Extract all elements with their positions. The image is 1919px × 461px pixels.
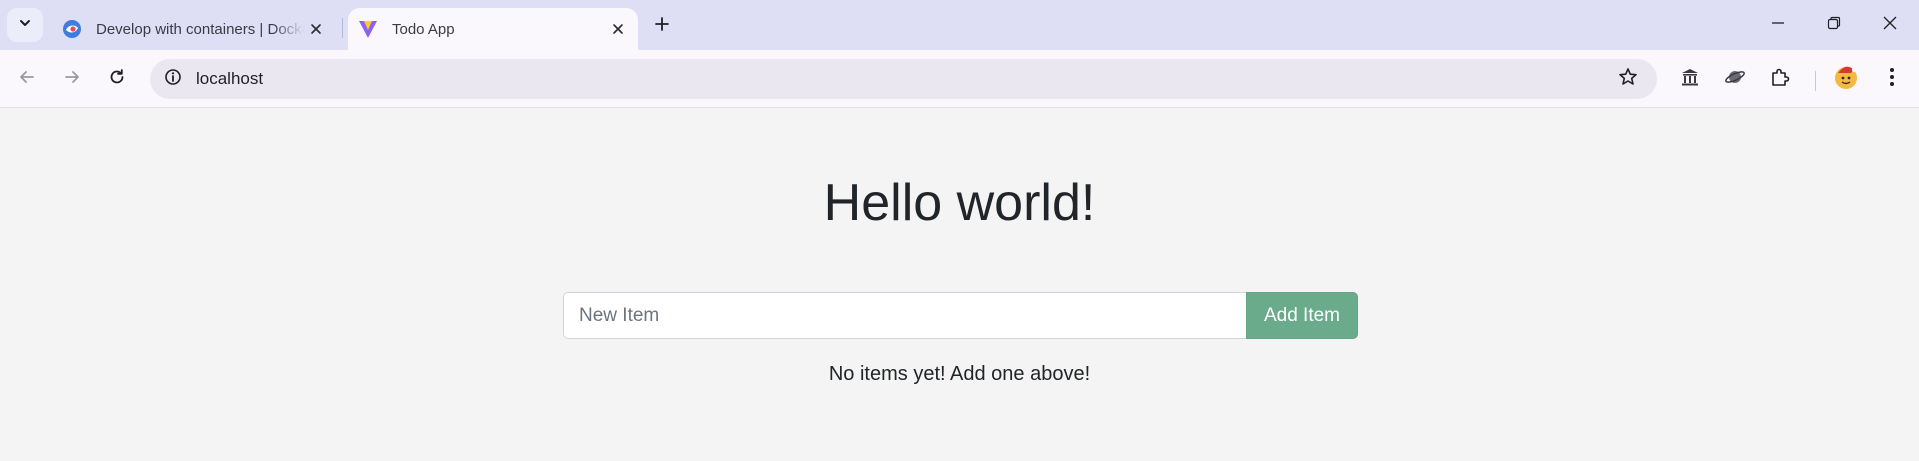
bank-extension-button[interactable] [1674, 63, 1706, 95]
planet-extension-icon [1724, 66, 1746, 93]
reload-button[interactable] [101, 63, 133, 95]
extensions-button[interactable] [1764, 63, 1796, 95]
chevron-down-icon [18, 16, 32, 35]
minimize-icon [1771, 16, 1785, 35]
new-item-form: Add Item [563, 292, 1358, 339]
more-vert-icon [1889, 67, 1895, 92]
back-arrow-icon [18, 68, 36, 91]
profile-avatar-icon [1833, 64, 1859, 95]
tab-strip: Develop with containers | Docker Todo Ap… [0, 0, 1919, 50]
url-text: localhost [196, 69, 264, 88]
page-title: Hello world! [823, 174, 1096, 232]
profile-button[interactable] [1830, 63, 1862, 95]
add-item-button[interactable]: Add Item [1246, 292, 1358, 339]
back-button[interactable] [11, 63, 43, 95]
bookmark-button[interactable] [1615, 66, 1641, 92]
new-tab-button[interactable] [648, 12, 676, 40]
reload-icon [108, 68, 126, 91]
address-bar[interactable]: localhost [150, 59, 1657, 99]
planet-extension-button[interactable] [1719, 63, 1751, 95]
restore-icon [1827, 16, 1841, 35]
bank-extension-icon [1680, 67, 1700, 92]
close-icon [1883, 16, 1897, 35]
forward-arrow-icon [63, 68, 81, 91]
site-info-button[interactable] [158, 64, 188, 94]
close-tab-icon[interactable] [304, 17, 328, 41]
puzzle-extensions-icon [1770, 67, 1790, 92]
toolbar-separator [1815, 71, 1816, 91]
close-tab-icon[interactable] [606, 17, 630, 41]
minimize-button[interactable] [1758, 8, 1798, 42]
browser-toolbar: localhost [0, 50, 1919, 108]
tab-divider [342, 18, 343, 38]
vite-icon [358, 19, 378, 39]
star-icon [1618, 67, 1638, 92]
tab-search-button[interactable] [7, 8, 43, 42]
close-window-button[interactable] [1870, 8, 1910, 42]
page-content: Hello world! Add Item No items yet! Add … [0, 109, 1919, 461]
forward-button[interactable] [56, 63, 88, 95]
empty-list-message: No items yet! Add one above! [828, 363, 1091, 385]
browser-menu-button[interactable] [1876, 63, 1908, 95]
tab-title: Todo App [392, 20, 455, 38]
docker-docs-icon [62, 19, 82, 39]
tab-title: Develop with containers | Docker [96, 20, 304, 38]
tab-todo-app[interactable]: Todo App [348, 8, 638, 50]
plus-icon [654, 16, 670, 37]
info-icon [164, 68, 182, 91]
new-item-input[interactable] [563, 292, 1246, 339]
restore-button[interactable] [1814, 8, 1854, 42]
tab-docker-docs[interactable]: Develop with containers | Docker [52, 8, 336, 50]
